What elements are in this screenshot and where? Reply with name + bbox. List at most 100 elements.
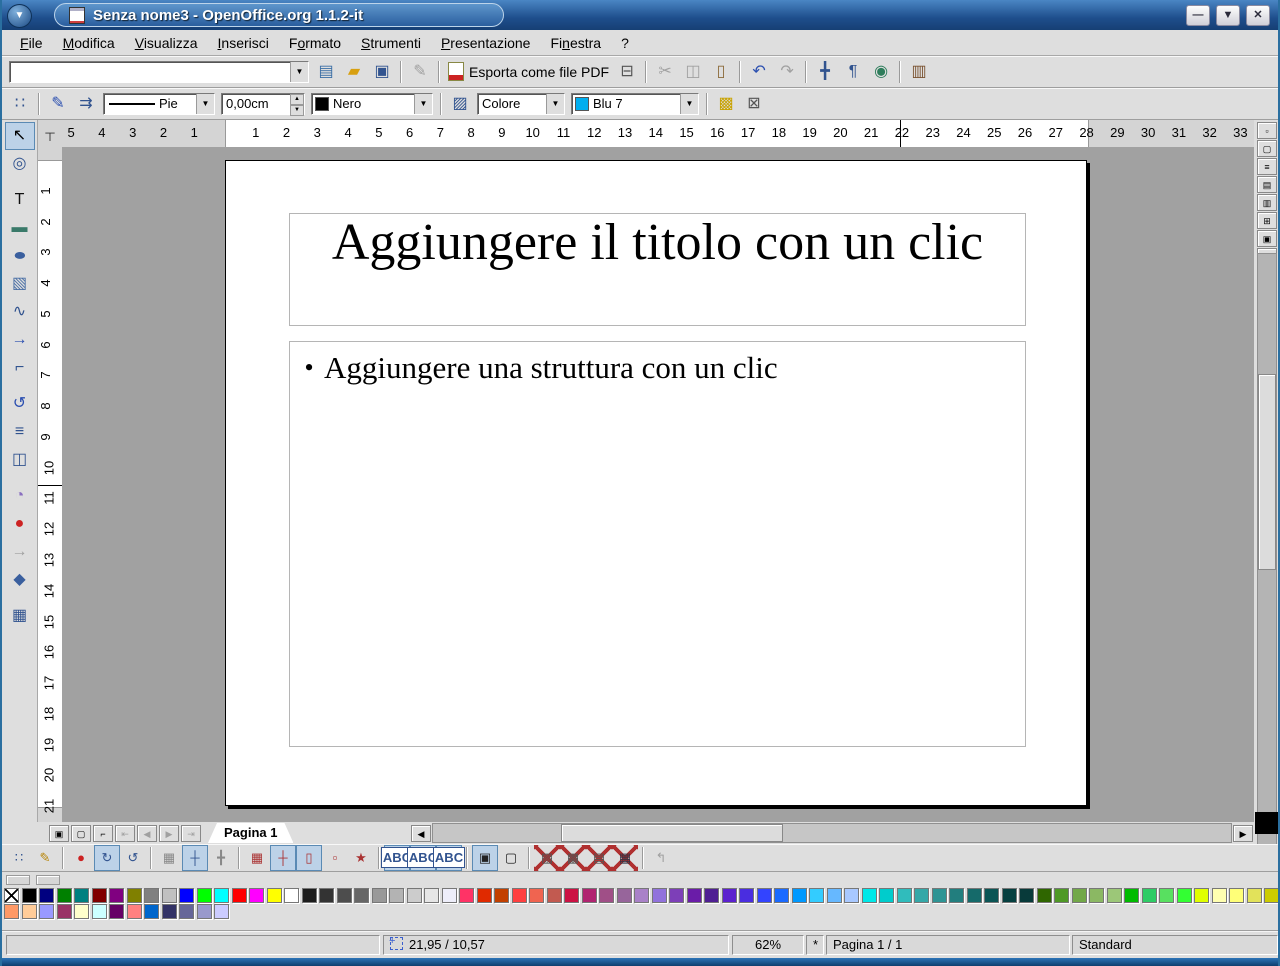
menu-visualizza[interactable]: Visualizza bbox=[125, 31, 208, 55]
page-tab[interactable]: Pagina 1 bbox=[208, 823, 293, 843]
edit-points-button[interactable]: ∷ bbox=[6, 90, 34, 118]
start-slideshow-button[interactable]: ▣ bbox=[1257, 230, 1277, 247]
menu-strumenti[interactable]: Strumenti bbox=[351, 31, 431, 55]
color-swatch[interactable] bbox=[162, 904, 177, 919]
color-swatch[interactable] bbox=[459, 888, 474, 903]
horizontal-scroll-thumb[interactable] bbox=[561, 824, 783, 842]
zoom-button[interactable]: ◎ bbox=[5, 150, 35, 178]
save-button[interactable]: ▣ bbox=[368, 58, 396, 86]
print-button[interactable]: ⊟ bbox=[613, 58, 641, 86]
arrow-style-button[interactable]: ⇉ bbox=[72, 90, 100, 118]
color-swatch[interactable] bbox=[197, 888, 212, 903]
guides-when-moving-button[interactable]: ╋ bbox=[208, 845, 234, 871]
snap-to-snap-lines-button[interactable]: ┼ bbox=[270, 845, 296, 871]
slide-page[interactable]: Aggiungere il titolo con un clic •Aggiun… bbox=[225, 160, 1087, 806]
color-swatch[interactable] bbox=[652, 888, 667, 903]
hscroll-left-button[interactable]: ◀ bbox=[411, 825, 431, 842]
hscroll-right-button[interactable]: ▶ bbox=[1233, 825, 1253, 842]
color-swatch[interactable] bbox=[92, 888, 107, 903]
layer-mode-button[interactable]: ⌐ bbox=[93, 825, 113, 842]
color-swatch[interactable] bbox=[477, 888, 492, 903]
3d-objects-button[interactable]: ▧ bbox=[5, 270, 35, 298]
show-snap-lines-button[interactable]: ┼ bbox=[182, 845, 208, 871]
snap-to-object-points-button[interactable]: ★ bbox=[348, 845, 374, 871]
arrange-button[interactable]: ◫ bbox=[5, 446, 35, 474]
export-pdf-button[interactable]: Esporta come file PDF bbox=[444, 59, 613, 85]
color-swatch[interactable] bbox=[127, 888, 142, 903]
color-swatch[interactable] bbox=[1159, 888, 1174, 903]
quick-text-edit-button[interactable]: ABC bbox=[436, 845, 462, 871]
rotate-after-click-button[interactable]: ↺ bbox=[120, 845, 146, 871]
vertical-scroll-thumb[interactable] bbox=[1258, 374, 1276, 570]
line-color-combo[interactable]: Nero ▼ bbox=[311, 93, 433, 115]
show-grid-button[interactable]: ▦ bbox=[156, 845, 182, 871]
snap-to-grid-button[interactable]: ▦ bbox=[244, 845, 270, 871]
text-button[interactable]: T bbox=[5, 186, 35, 214]
color-swatch[interactable] bbox=[162, 888, 177, 903]
color-swatch[interactable] bbox=[22, 904, 37, 919]
drawing-view-button[interactable]: ▢ bbox=[1257, 140, 1277, 157]
color-swatch[interactable] bbox=[774, 888, 789, 903]
presentation-layout-button[interactable]: ⊠ bbox=[740, 90, 768, 118]
zoom-field[interactable]: 62% bbox=[732, 935, 804, 955]
snap-to-object-border-button[interactable]: ▫ bbox=[322, 845, 348, 871]
line-color-value[interactable]: Nero bbox=[329, 96, 414, 111]
color-swatch[interactable] bbox=[179, 888, 194, 903]
open-button[interactable]: ▰ bbox=[340, 58, 368, 86]
fill-type-combo[interactable]: Colore ▼ bbox=[477, 93, 565, 115]
color-swatch[interactable] bbox=[529, 888, 544, 903]
rectangle-button[interactable]: ▬ bbox=[5, 214, 35, 242]
color-swatch[interactable] bbox=[214, 888, 229, 903]
color-swatch[interactable] bbox=[704, 888, 719, 903]
color-swatch[interactable] bbox=[92, 904, 107, 919]
color-swatch[interactable] bbox=[109, 888, 124, 903]
color-swatch[interactable] bbox=[442, 888, 457, 903]
color-swatch[interactable] bbox=[512, 888, 527, 903]
horizontal-ruler[interactable]: 5432112345678910111213141516171819202122… bbox=[62, 120, 1254, 148]
fill-type-value[interactable]: Colore bbox=[478, 96, 546, 111]
undo-button[interactable]: ↶ bbox=[745, 58, 773, 86]
chevron-down-icon[interactable]: ▼ bbox=[414, 94, 432, 114]
color-swatch[interactable] bbox=[144, 904, 159, 919]
allow-quick-editing-button[interactable]: ✎ bbox=[32, 845, 58, 871]
color-swatch[interactable] bbox=[22, 888, 37, 903]
color-swatch[interactable] bbox=[1054, 888, 1069, 903]
color-swatch[interactable] bbox=[144, 888, 159, 903]
color-swatch[interactable] bbox=[687, 888, 702, 903]
color-swatch[interactable] bbox=[897, 888, 912, 903]
menu-file[interactable]: File bbox=[10, 31, 53, 55]
curve-button[interactable]: ∿ bbox=[5, 298, 35, 326]
line-style-combo[interactable]: Pie ▼ bbox=[103, 93, 215, 115]
color-swatch[interactable] bbox=[879, 888, 894, 903]
color-swatch[interactable] bbox=[372, 888, 387, 903]
color-swatch[interactable] bbox=[39, 904, 54, 919]
edit-points-button[interactable]: ∷ bbox=[6, 845, 32, 871]
color-swatch[interactable] bbox=[1177, 888, 1192, 903]
connector-button[interactable]: ⌐ bbox=[5, 354, 35, 382]
spin-down-icon[interactable]: ▼ bbox=[290, 105, 304, 116]
snap-to-page-margins-button[interactable]: ▯ bbox=[296, 845, 322, 871]
ruler-toggle-button[interactable]: ▫ bbox=[1257, 122, 1277, 139]
color-swatch[interactable] bbox=[1194, 888, 1209, 903]
color-swatch[interactable] bbox=[1142, 888, 1157, 903]
color-swatch[interactable] bbox=[302, 888, 317, 903]
color-swatch[interactable] bbox=[827, 888, 842, 903]
rotate-button[interactable]: ↺ bbox=[5, 390, 35, 418]
color-swatch[interactable] bbox=[319, 888, 334, 903]
load-url-combo[interactable]: ▼ bbox=[9, 61, 309, 83]
color-swatch[interactable] bbox=[179, 904, 194, 919]
color-swatch[interactable] bbox=[389, 888, 404, 903]
chevron-down-icon[interactable]: ▼ bbox=[546, 94, 564, 114]
paste-button[interactable]: ▯ bbox=[707, 58, 735, 86]
body-placeholder[interactable]: •Aggiungere una struttura con un clic bbox=[289, 341, 1026, 747]
picture-placeholder-button[interactable]: ▨ bbox=[534, 845, 560, 871]
color-swatch[interactable] bbox=[249, 888, 264, 903]
color-swatch[interactable] bbox=[1107, 888, 1122, 903]
color-swatch[interactable] bbox=[197, 904, 212, 919]
rotation-mode-button[interactable]: ↻ bbox=[94, 845, 120, 871]
ruler-origin[interactable]: ┬ bbox=[38, 120, 62, 148]
spin-up-icon[interactable]: ▲ bbox=[290, 94, 304, 105]
color-swatch[interactable] bbox=[284, 888, 299, 903]
handout-view-button[interactable]: ⊞ bbox=[1257, 212, 1277, 229]
minimize-button[interactable]: — bbox=[1186, 5, 1210, 26]
